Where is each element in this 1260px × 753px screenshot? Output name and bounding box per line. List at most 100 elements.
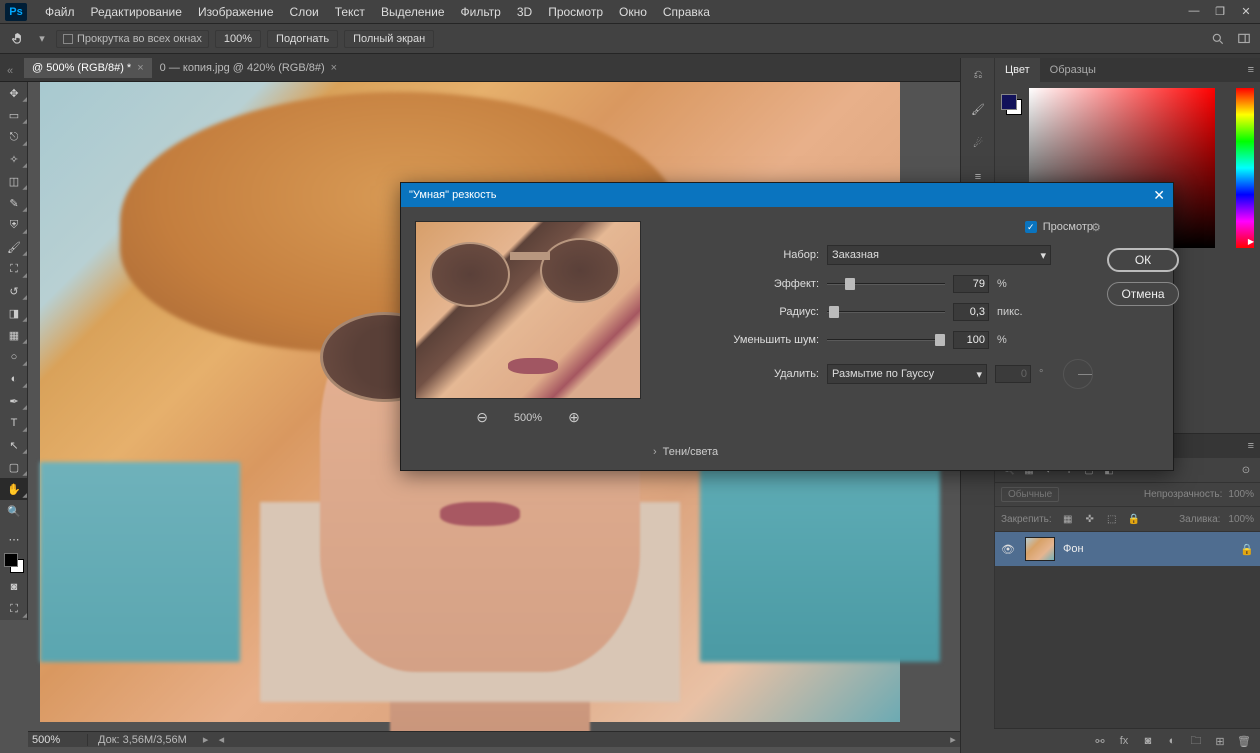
new-layer-icon[interactable]: ⊞	[1212, 733, 1228, 749]
status-chevron-icon[interactable]: ▸	[197, 733, 215, 746]
radius-slider[interactable]	[827, 305, 945, 319]
amount-slider[interactable]	[827, 277, 945, 291]
gradient-tool[interactable]: ▦◢	[0, 324, 28, 346]
shadows-highlights-toggle[interactable]: › Тени/света	[401, 440, 1173, 470]
type-tool[interactable]: T◢	[0, 412, 28, 434]
window-close-icon[interactable]: ✕	[1237, 5, 1255, 18]
scroll-left-icon[interactable]: ◂	[214, 733, 228, 746]
delete-layer-icon[interactable]: 🗑	[1236, 733, 1252, 749]
dropdown-icon[interactable]: ▾	[34, 31, 50, 47]
menu-text[interactable]: Текст	[327, 5, 373, 19]
brush-tool[interactable]: 🖌◢	[0, 236, 28, 258]
fullscreen-button[interactable]: Полный экран	[344, 30, 434, 48]
zoom-tool[interactable]: 🔍	[0, 500, 28, 522]
tab-close-icon[interactable]: ×	[331, 62, 337, 74]
noise-input[interactable]	[953, 331, 989, 349]
menu-file[interactable]: Файл	[37, 5, 83, 19]
layer-name[interactable]: Фон	[1063, 543, 1084, 555]
tab-close-icon[interactable]: ×	[137, 62, 143, 74]
path-tool[interactable]: ↖◢	[0, 434, 28, 456]
adjustments-panel-icon[interactable]: ☄	[961, 126, 995, 160]
menu-layers[interactable]: Слои	[282, 5, 327, 19]
window-minimize-icon[interactable]: —	[1185, 5, 1203, 18]
layer-thumbnail[interactable]	[1025, 537, 1055, 561]
fill-value[interactable]: 100%	[1228, 514, 1254, 525]
ok-button[interactable]: ОК	[1107, 248, 1179, 272]
search-icon[interactable]	[1210, 31, 1226, 47]
angle-dial[interactable]	[1063, 359, 1093, 389]
lock-artboard-icon[interactable]: ⬚	[1104, 511, 1120, 527]
wand-tool[interactable]: ✧◢	[0, 148, 28, 170]
remove-select[interactable]: Размытие по Гауссу▾	[827, 364, 987, 384]
panel-menu-icon[interactable]: ≡	[1242, 64, 1260, 76]
blend-mode-select[interactable]: Обычные	[1001, 487, 1059, 502]
menu-help[interactable]: Справка	[655, 5, 718, 19]
cancel-button[interactable]: Отмена	[1107, 282, 1179, 306]
menu-3d[interactable]: 3D	[509, 5, 540, 19]
amount-input[interactable]	[953, 275, 989, 293]
zoom-100-button[interactable]: 100%	[215, 30, 261, 48]
menu-view[interactable]: Просмотр	[540, 5, 611, 19]
screen-mode-icon[interactable]: ⛶◢	[0, 598, 28, 620]
zoom-out-icon[interactable]: ⊖	[476, 409, 488, 426]
color-swatches[interactable]	[4, 553, 24, 573]
link-layers-icon[interactable]: ⚯	[1092, 733, 1108, 749]
menu-select[interactable]: Выделение	[373, 5, 453, 19]
layer-row[interactable]: 👁 Фон 🔒	[995, 532, 1260, 566]
tab-swatches[interactable]: Образцы	[1040, 58, 1106, 82]
fit-screen-button[interactable]: Подогнать	[267, 30, 338, 48]
filter-toggle[interactable]: ⊙	[1238, 462, 1254, 478]
menu-filter[interactable]: Фильтр	[453, 5, 509, 19]
dialog-close-icon[interactable]: ✕	[1153, 187, 1165, 204]
pen-tool[interactable]: ✒◢	[0, 390, 28, 412]
status-docinfo[interactable]: Док: 3,56M/3,56M	[88, 734, 197, 746]
layer-mask-icon[interactable]: ◙	[1140, 733, 1156, 749]
document-tab[interactable]: 0 — копия.jpg @ 420% (RGB/8#) ×	[152, 58, 345, 78]
adjustment-layer-icon[interactable]: ◐	[1164, 733, 1180, 749]
noise-slider[interactable]	[827, 333, 945, 347]
window-restore-icon[interactable]: ❐	[1211, 5, 1229, 18]
visibility-icon[interactable]: 👁	[1001, 543, 1017, 556]
gear-icon[interactable]: ⚙	[1091, 221, 1101, 234]
history-brush-tool[interactable]: ↺◢	[0, 280, 28, 302]
quick-mask-icon[interactable]: ◙	[0, 576, 28, 598]
lock-pixels-icon[interactable]: ▦	[1060, 511, 1076, 527]
layer-fx-icon[interactable]: fx	[1116, 733, 1132, 749]
crop-tool[interactable]: ◫◢	[0, 170, 28, 192]
brushes-panel-icon[interactable]: 🖌	[961, 92, 995, 126]
lock-position-icon[interactable]: ✜	[1082, 511, 1098, 527]
lock-all-icon[interactable]: 🔒	[1126, 511, 1142, 527]
preset-select[interactable]: Заказная▾	[827, 245, 1051, 265]
zoom-in-icon[interactable]: ⊕	[568, 409, 580, 426]
heal-tool[interactable]: ⛨◢	[0, 214, 28, 236]
lasso-tool[interactable]: ⎋◢	[0, 126, 28, 148]
eyedropper-tool[interactable]: ✎◢	[0, 192, 28, 214]
move-tool[interactable]: ✥◢	[0, 82, 28, 104]
status-zoom[interactable]: 500%	[28, 734, 88, 746]
hue-strip[interactable]: ▶	[1236, 88, 1254, 248]
scroll-right-icon[interactable]: ▸	[946, 733, 960, 746]
preview-checkbox[interactable]: ✓	[1025, 221, 1037, 233]
history-panel-icon[interactable]: ⎌	[961, 58, 995, 92]
tab-color[interactable]: Цвет	[995, 58, 1040, 82]
workspace-icon[interactable]	[1236, 31, 1252, 47]
layer-group-icon[interactable]: 🗀	[1188, 733, 1204, 749]
blur-tool[interactable]: ○◢	[0, 346, 28, 368]
scroll-all-windows-checkbox[interactable]: Прокрутка во всех окнах	[56, 30, 209, 48]
edit-toolbar-icon[interactable]: ⋯	[0, 528, 28, 550]
layers-menu-icon[interactable]: ≡	[1242, 440, 1260, 452]
hand-tool[interactable]: ✋◢	[0, 478, 28, 500]
opacity-value[interactable]: 100%	[1228, 489, 1254, 500]
radius-input[interactable]	[953, 303, 989, 321]
menu-window[interactable]: Окно	[611, 5, 655, 19]
stamp-tool[interactable]: ⛶◢	[0, 258, 28, 280]
eraser-tool[interactable]: ◨◢	[0, 302, 28, 324]
document-tab[interactable]: @ 500% (RGB/8#) * ×	[24, 58, 152, 78]
tab-scroll-left-icon[interactable]: «	[0, 59, 20, 77]
shape-tool[interactable]: ▢◢	[0, 456, 28, 478]
marquee-tool[interactable]: ▭◢	[0, 104, 28, 126]
menu-edit[interactable]: Редактирование	[83, 5, 190, 19]
dialog-titlebar[interactable]: "Умная" резкость ✕	[401, 183, 1173, 207]
menu-image[interactable]: Изображение	[190, 5, 282, 19]
preview-image[interactable]	[415, 221, 641, 399]
